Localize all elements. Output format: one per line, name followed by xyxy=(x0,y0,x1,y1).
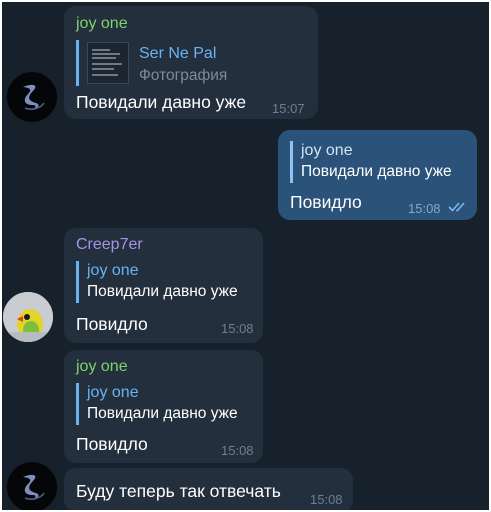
message-bubble[interactable]: Creep7er joy one Повидали давно уже Пови… xyxy=(64,228,263,343)
message-time: 15:08 xyxy=(221,321,254,336)
reply-name: joy one xyxy=(301,142,353,159)
message-time: 15:08 xyxy=(408,201,441,216)
double-check-icon xyxy=(448,202,465,212)
avatar-creep7er[interactable] xyxy=(3,292,53,342)
reply-preview[interactable]: joy one Повидали давно уже xyxy=(290,141,452,183)
avatar-joy-one[interactable] xyxy=(7,462,57,510)
message-bubble-outgoing[interactable]: joy one Повидали давно уже Повидло 15:08 xyxy=(278,130,477,220)
message-time: 15:08 xyxy=(221,443,254,458)
message-bubble[interactable]: joy one Ser Ne Pal Фотография Повидали д… xyxy=(64,6,318,119)
sender-name[interactable]: Creep7er xyxy=(76,236,143,254)
reply-text: Фотография xyxy=(139,67,228,84)
sender-name[interactable]: joy one xyxy=(76,15,128,33)
message-time: 15:07 xyxy=(272,101,305,116)
reply-text: Повидали давно уже xyxy=(87,405,238,422)
message-text: Буду теперь так отвечать xyxy=(76,481,281,501)
message-bubble[interactable]: Буду теперь так отвечать 15:08 xyxy=(64,468,353,510)
reply-name: joy one xyxy=(87,384,139,401)
message-bubble[interactable]: joy one joy one Повидали давно уже Повид… xyxy=(64,350,263,463)
swirl-logo-icon xyxy=(23,84,45,110)
message-text: Повидло xyxy=(76,434,148,454)
message-time: 15:08 xyxy=(310,492,343,507)
chat-history: joy one Ser Ne Pal Фотография Повидали д… xyxy=(2,2,489,510)
swirl-logo-icon xyxy=(23,474,45,500)
reply-text: Повидали давно уже xyxy=(301,163,452,180)
bird-photo-icon xyxy=(3,292,53,342)
photo-thumbnail-icon xyxy=(87,42,129,84)
reply-text: Повидали давно уже xyxy=(87,283,238,300)
reply-preview[interactable]: joy one Повидали давно уже xyxy=(76,261,238,303)
avatar-joy-one[interactable] xyxy=(7,72,57,122)
message-text: Повидло xyxy=(290,192,362,212)
message-text: Повидло xyxy=(76,314,148,334)
message-text: Повидали давно уже xyxy=(76,92,247,112)
reply-preview[interactable]: Ser Ne Pal Фотография xyxy=(76,40,286,86)
reply-name: Ser Ne Pal xyxy=(139,45,217,62)
reply-preview[interactable]: joy one Повидали давно уже xyxy=(76,383,238,425)
reply-name: joy one xyxy=(87,262,139,279)
sender-name[interactable]: joy one xyxy=(76,358,128,376)
